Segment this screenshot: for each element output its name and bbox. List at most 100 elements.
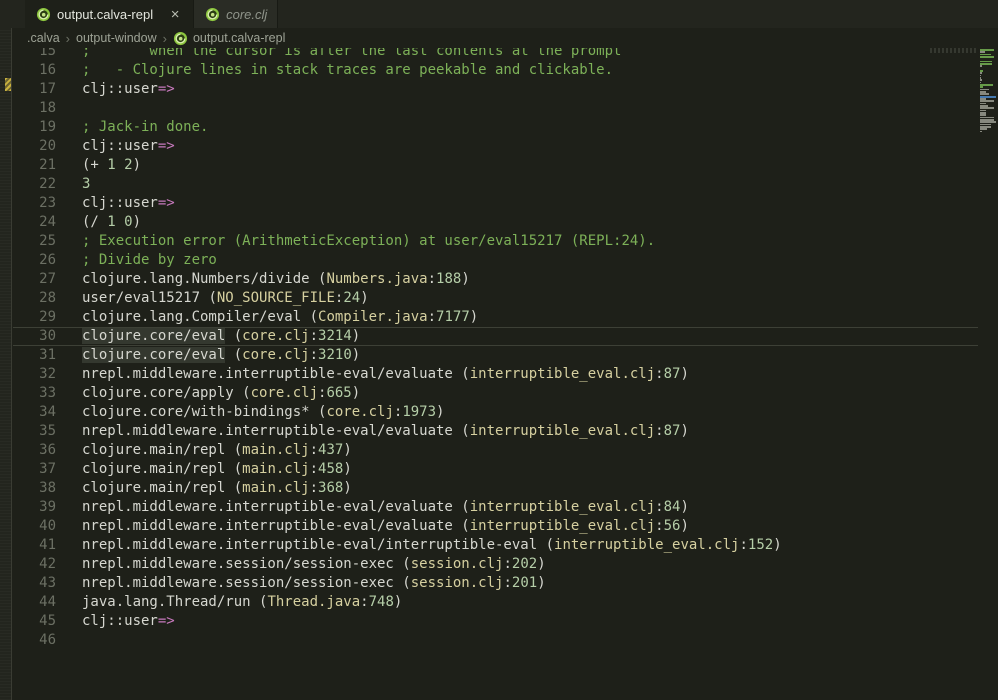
chevron-right-icon: › bbox=[162, 31, 168, 46]
token-fg: ( bbox=[394, 556, 411, 572]
line-number: 23 bbox=[13, 194, 82, 213]
line-number: 17 bbox=[13, 80, 82, 99]
overview-ruler-decoration bbox=[930, 48, 977, 53]
token-file: interruptible_eval.clj bbox=[470, 366, 655, 382]
line-number: 25 bbox=[13, 232, 82, 251]
stack-trace-line[interactable]: clojure.lang.Compiler/eval (Compiler.jav… bbox=[82, 308, 978, 327]
token-num: 3 bbox=[82, 176, 90, 192]
token-fg: ) bbox=[360, 290, 368, 306]
token-num: 665 bbox=[326, 385, 351, 401]
stack-trace-line[interactable]: nrepl.middleware.interruptible-eval/eval… bbox=[82, 517, 978, 536]
token-kw: => bbox=[158, 81, 175, 97]
code-line[interactable]: (/ 1 0) bbox=[82, 213, 978, 232]
line-number: 32 bbox=[13, 365, 82, 384]
stack-trace-line[interactable]: nrepl.middleware.session/session-exec (s… bbox=[82, 574, 978, 593]
stack-trace-line[interactable]: nrepl.middleware.interruptible-eval/inte… bbox=[82, 536, 978, 555]
editor-line: 24(/ 1 0) bbox=[13, 213, 978, 232]
token-fg: ) bbox=[343, 461, 351, 477]
line-number: 22 bbox=[13, 175, 82, 194]
token-fg: ( bbox=[453, 518, 470, 534]
breadcrumb-item--calva[interactable]: .calva bbox=[27, 31, 60, 45]
tab-output-calva-repl[interactable]: output.calva-repl× bbox=[25, 0, 194, 28]
token-comment: ; Execution error (ArithmeticException) … bbox=[82, 233, 655, 249]
prompt-line[interactable]: clj::user=> bbox=[82, 612, 978, 631]
line-number: 33 bbox=[13, 384, 82, 403]
token-num: 84 bbox=[664, 499, 681, 515]
breadcrumb-label: .calva bbox=[27, 31, 60, 45]
minimap-row bbox=[980, 56, 994, 58]
prompt-line[interactable]: clj::user=> bbox=[82, 80, 978, 99]
token-file: session.clj bbox=[411, 575, 504, 591]
stack-trace-line[interactable]: clojure.core/apply (core.clj:665) bbox=[82, 384, 978, 403]
token-file: main.clj bbox=[242, 461, 309, 477]
stack-trace-line[interactable]: nrepl.middleware.session/session-exec (s… bbox=[82, 555, 978, 574]
stack-trace-line[interactable]: clojure.main/repl (main.clj:368) bbox=[82, 479, 978, 498]
breadcrumb-item-output-window[interactable]: output-window bbox=[76, 31, 157, 45]
close-icon[interactable]: × bbox=[167, 7, 183, 22]
blank-line bbox=[82, 631, 978, 650]
token-num: 24 bbox=[343, 290, 360, 306]
token-fg: : bbox=[310, 442, 318, 458]
line-number: 44 bbox=[13, 593, 82, 612]
left-editor-strip bbox=[0, 28, 12, 700]
token-fg bbox=[116, 214, 124, 230]
token-num: 201 bbox=[512, 575, 537, 591]
token-comment: ; Jack-in done. bbox=[82, 119, 208, 135]
token-fg: clj::user bbox=[82, 81, 158, 97]
stack-trace-line[interactable]: clojure.core/eval (core.clj:3210) bbox=[82, 346, 978, 365]
code-line[interactable]: (+ 1 2) bbox=[82, 156, 978, 175]
token-fg: : bbox=[739, 537, 747, 553]
breadcrumb-item-output-calva-repl[interactable]: output.calva-repl bbox=[173, 31, 285, 46]
minimap[interactable] bbox=[978, 28, 998, 700]
token-file: Thread.java bbox=[267, 594, 360, 610]
line-number: 28 bbox=[13, 289, 82, 308]
token-fg: ( bbox=[301, 309, 318, 325]
prompt-line[interactable]: clj::user=> bbox=[82, 137, 978, 156]
stack-trace-line[interactable]: clojure.core/with-bindings* (core.clj:19… bbox=[82, 403, 978, 422]
token-fg: clj::user bbox=[82, 195, 158, 211]
prompt-line[interactable]: clj::user=> bbox=[82, 194, 978, 213]
token-fg: ( bbox=[453, 499, 470, 515]
token-fg: clojure.core/apply bbox=[82, 385, 234, 401]
editor-line: 34clojure.core/with-bindings* (core.clj:… bbox=[13, 403, 978, 422]
token-fg: ) bbox=[352, 347, 360, 363]
stack-trace-line[interactable]: user/eval15217 (NO_SOURCE_FILE:24) bbox=[82, 289, 978, 308]
overview-warning-marker bbox=[5, 78, 11, 91]
token-fg: ) bbox=[470, 309, 478, 325]
token-fg: clojure.lang.Compiler/eval bbox=[82, 309, 301, 325]
token-fg: ( bbox=[225, 461, 242, 477]
editor-content[interactable]: 15; when the cursor is after the last co… bbox=[13, 42, 978, 650]
token-fg: nrepl.middleware.interruptible-eval/eval… bbox=[82, 518, 453, 534]
calva-icon bbox=[36, 7, 51, 22]
line-number: 16 bbox=[13, 61, 82, 80]
stack-trace-line[interactable]: clojure.lang.Numbers/divide (Numbers.jav… bbox=[82, 270, 978, 289]
stack-trace-line[interactable]: nrepl.middleware.interruptible-eval/eval… bbox=[82, 365, 978, 384]
stack-trace-line[interactable]: java.lang.Thread/run (Thread.java:748) bbox=[82, 593, 978, 612]
token-fg: : bbox=[428, 309, 436, 325]
stack-trace-line[interactable]: clojure.core/eval (core.clj:3214) bbox=[82, 327, 978, 346]
token-fg: : bbox=[310, 480, 318, 496]
token-fg: ( bbox=[225, 347, 242, 363]
token-file: core.clj bbox=[251, 385, 318, 401]
stack-trace-line[interactable]: clojure.main/repl (main.clj:437) bbox=[82, 441, 978, 460]
token-num: 368 bbox=[318, 480, 343, 496]
tab-bar: output.calva-repl×core.clj bbox=[0, 0, 998, 28]
token-hl: clojure.core/eval bbox=[82, 328, 225, 344]
line-number: 40 bbox=[13, 517, 82, 536]
token-fg: nrepl.middleware.interruptible-eval/eval… bbox=[82, 499, 453, 515]
token-fg: : bbox=[655, 366, 663, 382]
stack-trace-line[interactable]: clojure.main/repl (main.clj:458) bbox=[82, 460, 978, 479]
token-file: interruptible_eval.clj bbox=[470, 423, 655, 439]
editor-line: 37clojure.main/repl (main.clj:458) bbox=[13, 460, 978, 479]
line-number: 45 bbox=[13, 612, 82, 631]
stack-trace-line[interactable]: nrepl.middleware.interruptible-eval/eval… bbox=[82, 498, 978, 517]
result-line: 3 bbox=[82, 175, 978, 194]
stack-trace-line[interactable]: nrepl.middleware.interruptible-eval/eval… bbox=[82, 422, 978, 441]
token-fg: ( bbox=[310, 271, 327, 287]
token-fg: clojure.main/repl bbox=[82, 442, 225, 458]
tab-core-clj[interactable]: core.clj bbox=[194, 0, 278, 28]
editor-line: 42nrepl.middleware.session/session-exec … bbox=[13, 555, 978, 574]
token-fg: nrepl.middleware.session/session-exec bbox=[82, 575, 394, 591]
token-fg: : bbox=[655, 518, 663, 534]
token-num: 2 bbox=[124, 157, 132, 173]
